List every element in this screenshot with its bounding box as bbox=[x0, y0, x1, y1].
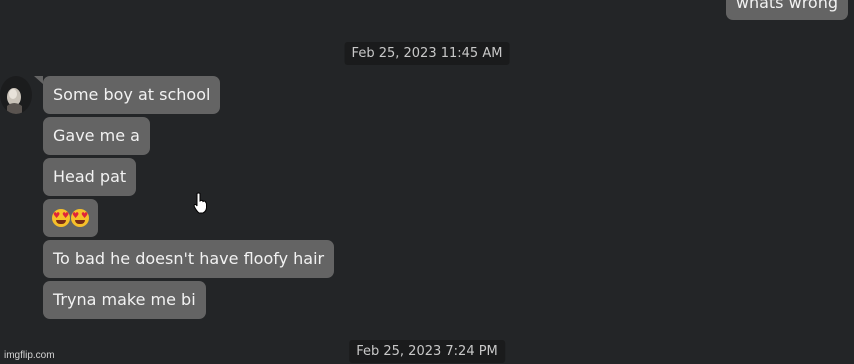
incoming-message-bubble[interactable]: To bad he doesn't have floofy hair bbox=[43, 240, 335, 278]
message-text: Gave me a bbox=[53, 126, 140, 145]
user-avatar-icon bbox=[7, 88, 22, 114]
incoming-message-bubble[interactable]: Tryna make me bi bbox=[43, 281, 206, 319]
message-text: Some boy at school bbox=[53, 85, 211, 104]
heart-eyes-emoji-icon: ♥ ♥ bbox=[52, 209, 70, 227]
hand-pointer-cursor-icon bbox=[193, 192, 207, 214]
outgoing-message-bubble[interactable]: whats wrong bbox=[725, 0, 848, 20]
incoming-message-bubble[interactable]: Some boy at school bbox=[43, 76, 221, 114]
incoming-message-bubble[interactable]: Head pat bbox=[43, 158, 137, 196]
incoming-emoji-bubble[interactable]: ♥ ♥ ♥ ♥ bbox=[43, 199, 98, 237]
message-text: whats wrong bbox=[735, 0, 838, 12]
message-text: Head pat bbox=[53, 167, 127, 186]
watermark: imgflip.com bbox=[4, 350, 55, 361]
message-text: Tryna make me bi bbox=[53, 290, 196, 309]
incoming-message-bubble[interactable]: Gave me a bbox=[43, 117, 150, 155]
timestamp-divider: Feb 25, 2023 7:24 PM bbox=[349, 340, 505, 363]
timestamp-divider: Feb 25, 2023 11:45 AM bbox=[344, 42, 510, 65]
bubble-tail bbox=[34, 76, 43, 84]
heart-eyes-emoji-icon: ♥ ♥ bbox=[71, 209, 89, 227]
chat-window: whats wrong Feb 25, 2023 11:45 AM Some b… bbox=[0, 0, 854, 364]
avatar[interactable] bbox=[0, 76, 32, 114]
message-text: To bad he doesn't have floofy hair bbox=[53, 249, 325, 268]
